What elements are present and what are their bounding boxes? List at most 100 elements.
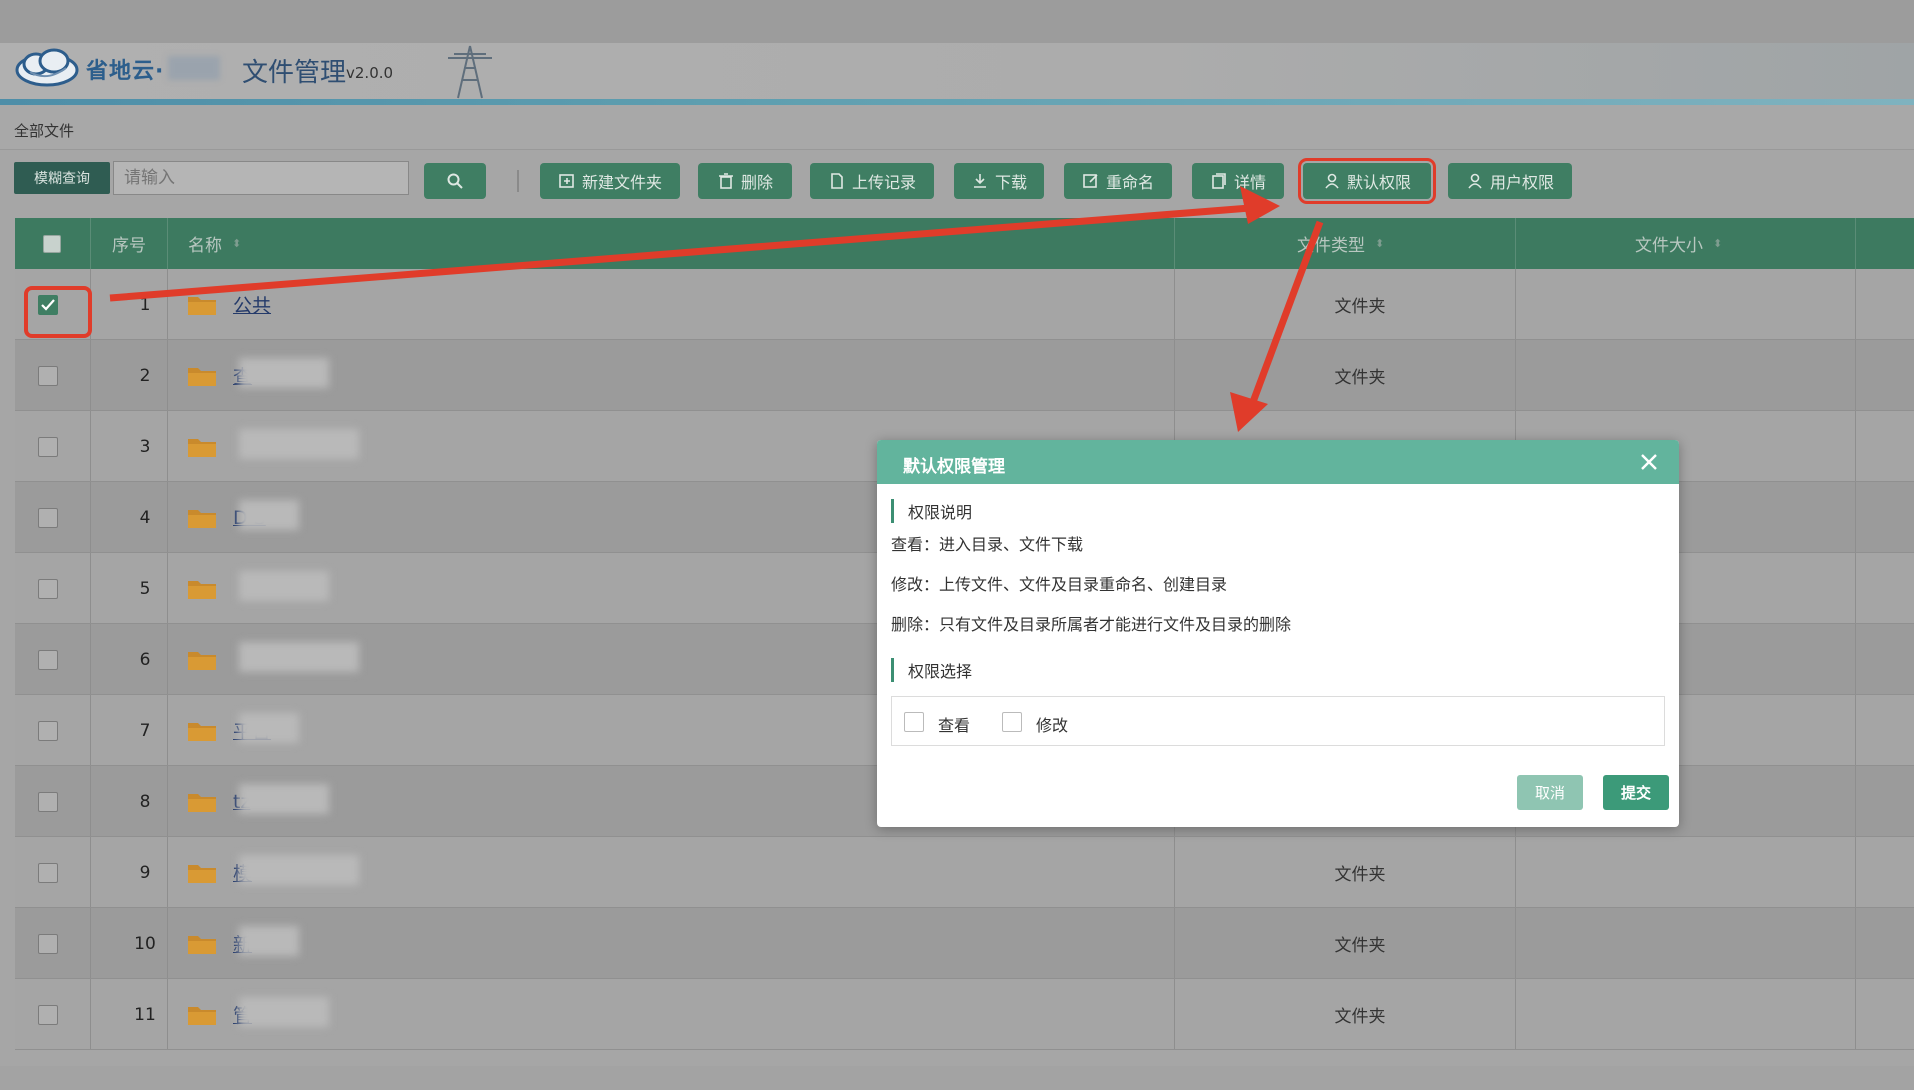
- redacted-name: [239, 571, 329, 601]
- row-checkbox[interactable]: [38, 365, 58, 386]
- column-separator: [1855, 908, 1856, 979]
- row-checkbox[interactable]: [38, 578, 58, 599]
- header-type-label: 文件类型: [1297, 236, 1365, 256]
- submit-button[interactable]: 提交: [1603, 775, 1669, 810]
- row-type: 文件夹: [1334, 368, 1386, 388]
- folder-icon: [188, 367, 216, 386]
- header-type[interactable]: 文件类型 ⬍: [1297, 218, 1384, 269]
- search-label: 模糊查询: [14, 162, 110, 194]
- bottom-strip: [0, 1066, 1914, 1090]
- new-folder-button[interactable]: 新建文件夹: [540, 163, 680, 199]
- row-checkbox[interactable]: [38, 294, 58, 315]
- user-permission-button[interactable]: 用户权限: [1448, 163, 1572, 199]
- user-icon: [1468, 173, 1482, 189]
- view-checkbox[interactable]: [904, 712, 924, 732]
- row-index: 4: [139, 507, 151, 528]
- folder-icon: [188, 438, 216, 457]
- delete-button[interactable]: 删除: [698, 163, 792, 199]
- modal-header: 默认权限管理: [877, 440, 1679, 484]
- folder-icon: [188, 651, 216, 670]
- folder-icon: [188, 864, 216, 883]
- row-checkbox[interactable]: [38, 720, 58, 741]
- breadcrumb[interactable]: 全部文件: [14, 120, 74, 141]
- search-button[interactable]: [424, 163, 486, 199]
- row-type: 文件夹: [1334, 865, 1386, 885]
- row-divider: [15, 1049, 1914, 1050]
- upload-log-button[interactable]: 上传记录: [810, 163, 934, 199]
- column-separator: [167, 979, 168, 1050]
- details-label: 详情: [1233, 173, 1266, 192]
- folder-icon: [188, 793, 216, 812]
- column-separator: [1855, 979, 1856, 1050]
- column-separator: [90, 766, 91, 837]
- search-input[interactable]: [113, 161, 409, 195]
- row-checkbox[interactable]: [38, 862, 58, 883]
- user-permission-label: 用户权限: [1489, 173, 1554, 192]
- modify-option-label[interactable]: 修改: [1036, 712, 1068, 736]
- rename-button[interactable]: 重命名: [1064, 163, 1172, 199]
- header-name[interactable]: 名称 ⬍: [188, 218, 241, 269]
- row-index: 11: [134, 1004, 156, 1025]
- search-icon: [447, 173, 463, 189]
- column-separator: [90, 979, 91, 1050]
- column-separator: [1174, 340, 1175, 411]
- row-checkbox[interactable]: [38, 933, 58, 954]
- redacted-name: [239, 429, 359, 459]
- table-row[interactable]: 2查文件夹: [15, 340, 1914, 411]
- redacted-name: [239, 713, 299, 743]
- column-separator: [167, 553, 168, 624]
- column-separator: [1174, 908, 1175, 979]
- rename-label: 重命名: [1105, 173, 1154, 192]
- column-separator: [90, 411, 91, 482]
- close-icon[interactable]: [1637, 450, 1661, 474]
- column-separator: [1855, 482, 1856, 553]
- row-checkbox[interactable]: [38, 649, 58, 670]
- header-separator: [90, 218, 91, 269]
- cloud-logo-icon: [15, 48, 79, 87]
- redacted-name: [239, 500, 299, 530]
- column-separator: [167, 695, 168, 766]
- trash-icon: [718, 173, 733, 189]
- app-title: 文件管理: [242, 58, 347, 88]
- table-row[interactable]: 1 公共 文件夹: [15, 269, 1914, 340]
- redacted-name: [239, 997, 329, 1027]
- column-separator: [90, 482, 91, 553]
- column-separator: [1515, 269, 1516, 340]
- row-index: 6: [139, 649, 151, 670]
- view-option-label[interactable]: 查看: [938, 712, 970, 736]
- header-size[interactable]: 文件大小 ⬍: [1635, 218, 1722, 269]
- column-separator: [1855, 340, 1856, 411]
- header-separator: [1174, 218, 1175, 269]
- header-name-label: 名称: [188, 236, 222, 256]
- header-size-label: 文件大小: [1635, 236, 1703, 256]
- row-checkbox[interactable]: [38, 1004, 58, 1025]
- column-separator: [1515, 979, 1516, 1050]
- folder-icon: [188, 509, 216, 528]
- column-separator: [1855, 695, 1856, 766]
- column-separator: [1855, 411, 1856, 482]
- delete-label: 删除: [740, 173, 773, 192]
- row-checkbox[interactable]: [38, 791, 58, 812]
- breadcrumb-bar: [0, 105, 1914, 150]
- row-checkbox[interactable]: [38, 436, 58, 457]
- column-separator: [90, 269, 91, 340]
- section-description: 权限说明: [891, 499, 972, 523]
- modify-checkbox[interactable]: [1002, 712, 1022, 732]
- check-icon: [41, 298, 55, 311]
- details-button[interactable]: 详情: [1192, 163, 1284, 199]
- table-row[interactable]: 11管文件夹: [15, 979, 1914, 1050]
- default-permission-button[interactable]: 默认权限: [1298, 158, 1436, 204]
- row-checkbox[interactable]: [38, 507, 58, 528]
- user-icon: [1325, 173, 1339, 189]
- column-separator: [1855, 269, 1856, 340]
- download-button[interactable]: 下载: [954, 163, 1044, 199]
- table-row[interactable]: 10新文件夹: [15, 908, 1914, 979]
- sort-icon: ⬍: [1375, 237, 1385, 250]
- table-row[interactable]: 9模文件夹: [15, 837, 1914, 908]
- row-index: 7: [139, 720, 151, 741]
- row-name-link[interactable]: 公共: [233, 291, 271, 318]
- select-all-checkbox[interactable]: [43, 218, 61, 269]
- column-separator: [167, 269, 168, 340]
- section-select: 权限选择: [891, 658, 972, 682]
- cancel-button[interactable]: 取消: [1517, 775, 1583, 810]
